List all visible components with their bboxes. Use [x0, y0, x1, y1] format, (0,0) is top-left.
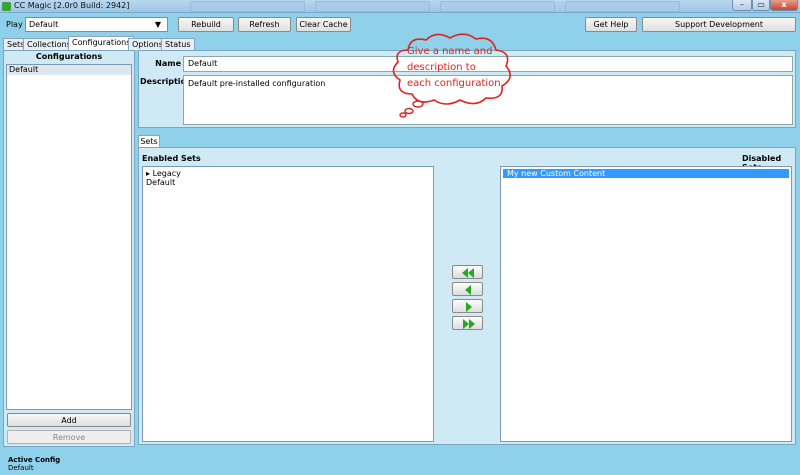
- disabled-sets-list[interactable]: My new Custom Content: [500, 166, 792, 442]
- enabled-sets-list[interactable]: ▸ Legacy Default: [142, 166, 434, 442]
- configuration-item[interactable]: Default: [7, 65, 131, 75]
- background-taskbar-tab: [315, 1, 430, 12]
- list-item[interactable]: Default: [146, 178, 430, 187]
- expander-icon[interactable]: ▸: [146, 169, 150, 178]
- configurations-header: Configurations: [35, 52, 103, 61]
- cloud-bubble-icon: [392, 33, 511, 118]
- move-left-button[interactable]: [452, 282, 483, 296]
- tab-configurations[interactable]: Configurations: [68, 36, 135, 50]
- profile-select-value: Default: [29, 20, 59, 29]
- active-config-label: Active Config: [8, 456, 61, 464]
- support-development-button[interactable]: Support Development: [642, 17, 796, 32]
- maximize-button[interactable]: ▭: [752, 0, 770, 11]
- play-label: Play: [6, 20, 23, 29]
- minimize-button[interactable]: –: [732, 0, 752, 11]
- rebuild-button[interactable]: Rebuild: [178, 17, 234, 32]
- refresh-button[interactable]: Refresh: [238, 17, 291, 32]
- double-left-arrow-icon: [462, 268, 474, 278]
- configurations-list[interactable]: Default: [6, 64, 132, 410]
- clear-cache-button[interactable]: Clear Cache: [296, 17, 351, 32]
- double-right-arrow-icon: [463, 319, 475, 329]
- description-label: Description: [140, 77, 192, 86]
- remove-configuration-button[interactable]: Remove: [7, 430, 131, 444]
- profile-select[interactable]: Default ▼: [25, 17, 168, 32]
- move-all-left-button[interactable]: [452, 265, 483, 279]
- tab-collections[interactable]: Collections: [23, 38, 75, 50]
- left-arrow-icon: [465, 285, 471, 295]
- close-button[interactable]: x: [770, 0, 798, 11]
- background-taskbar-tab: [190, 1, 305, 12]
- enabled-sets-header: Enabled Sets: [142, 154, 201, 163]
- tab-status[interactable]: Status: [161, 38, 195, 50]
- tab-sets-sub[interactable]: Sets: [138, 135, 160, 147]
- window-title: CC Magic [2.0r0 Build: 2942]: [14, 1, 130, 10]
- move-all-right-button[interactable]: [452, 316, 483, 330]
- get-help-button[interactable]: Get Help: [585, 17, 637, 32]
- move-right-button[interactable]: [452, 299, 483, 313]
- list-item[interactable]: ▸ Legacy: [146, 169, 430, 178]
- add-configuration-button[interactable]: Add: [7, 413, 131, 427]
- right-arrow-icon: [466, 302, 472, 312]
- annotation-line: description to: [407, 62, 476, 73]
- list-item[interactable]: My new Custom Content: [503, 169, 789, 178]
- app-icon: [2, 2, 11, 11]
- annotation-line: Give a name and: [407, 46, 493, 57]
- chevron-down-icon: ▼: [154, 20, 161, 29]
- active-config-value: Default: [8, 464, 34, 472]
- background-taskbar-tab: [565, 1, 680, 12]
- background-taskbar-tab: [440, 1, 555, 12]
- annotation-line: each configuration: [407, 78, 501, 89]
- annotation-callout: Give a name and description to each conf…: [388, 30, 518, 120]
- name-label: Name: [155, 59, 181, 68]
